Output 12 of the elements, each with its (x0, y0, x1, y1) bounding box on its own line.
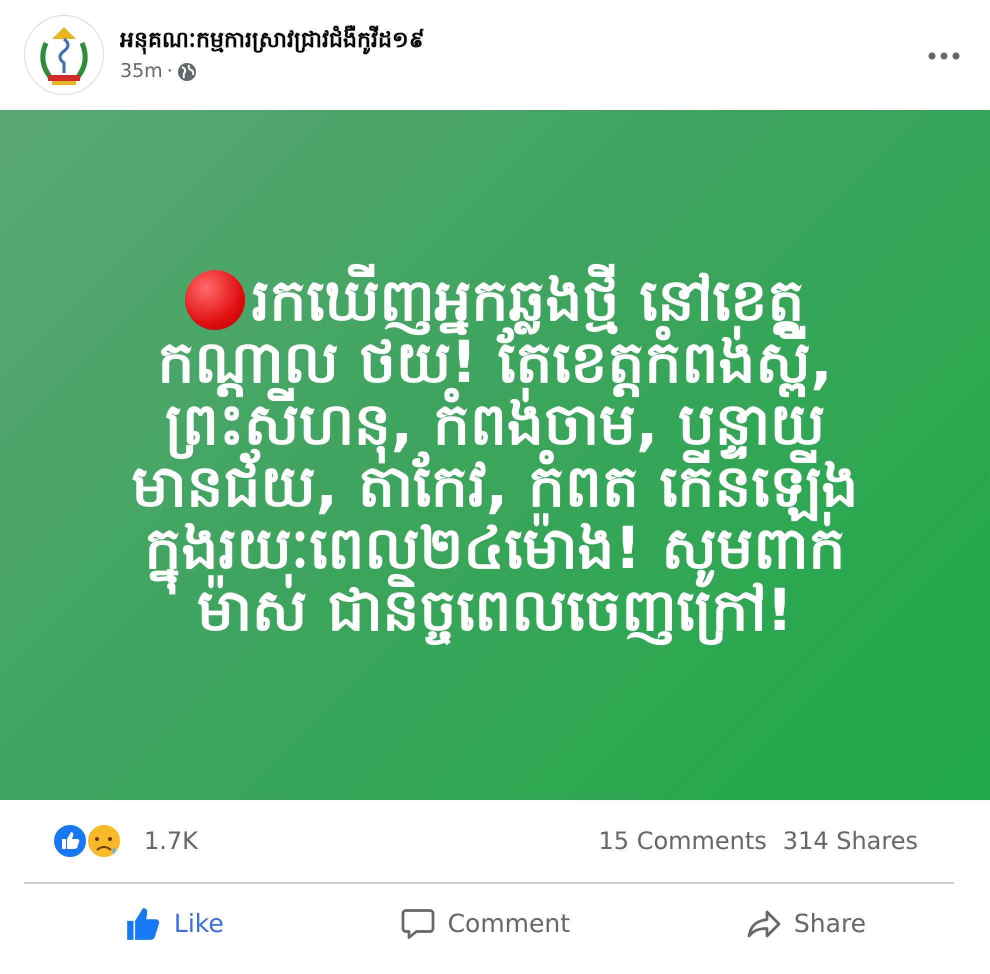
post-time: 35m (120, 59, 163, 84)
speech-bubble-icon (400, 906, 436, 942)
avatar[interactable] (24, 15, 104, 95)
like-button[interactable]: Like (118, 904, 230, 944)
reaction-count[interactable]: 1.7K (144, 823, 599, 859)
shares-count[interactable]: 314 Shares (782, 823, 918, 859)
comments-count[interactable]: 15 Comments (598, 823, 767, 859)
share-button[interactable]: Share (740, 904, 872, 944)
comment-button[interactable]: Comment (394, 904, 576, 944)
more-dots-icon (928, 52, 960, 60)
author-name: អនុគណៈកម្មការស្រាវជ្រាវជំងឺកូវីដ១៩ (120, 24, 906, 58)
separator-dot: · (166, 59, 173, 84)
